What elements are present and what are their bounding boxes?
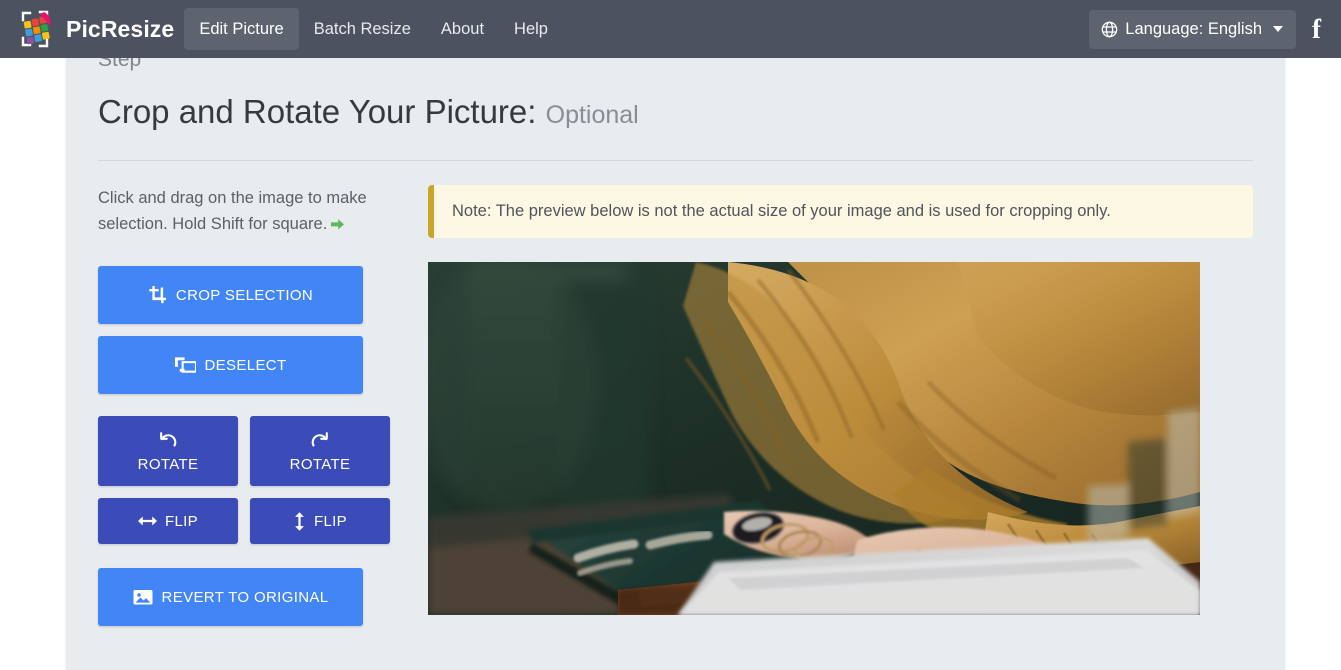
- preview-image[interactable]: [428, 262, 1200, 616]
- image-icon: [133, 589, 153, 606]
- picresize-crop-squares-logo-icon: [14, 8, 56, 50]
- brand-name: PicResize: [66, 15, 175, 42]
- card-inner: Crop and Rotate Your Picture: Optional C…: [66, 30, 1285, 656]
- content-card: Step Crop and Rotate Your Picture: Optio…: [66, 30, 1285, 670]
- facebook-icon[interactable]: f: [1310, 15, 1327, 43]
- deselect-icon: [174, 356, 196, 374]
- page-title: Crop and Rotate Your Picture: Optional: [98, 92, 1253, 132]
- crop-hint-text: Click and drag on the image to make sele…: [98, 185, 398, 240]
- title-divider: [98, 159, 1253, 161]
- revert-to-original-label: REVERT TO ORIGINAL: [161, 588, 329, 606]
- crop-buttons-stack: CROP SELECTION DESELECT: [98, 266, 398, 395]
- crop-hint-label: Click and drag on the image to make sele…: [98, 188, 367, 234]
- rotate-right-label: ROTATE: [289, 455, 351, 473]
- language-selector-label: Language: English: [1125, 19, 1262, 38]
- rotate-left-label: ROTATE: [137, 455, 199, 473]
- crop-selection-button[interactable]: CROP SELECTION: [98, 266, 363, 325]
- crop-selection-label: CROP SELECTION: [175, 286, 314, 304]
- page-title-optional: Optional: [545, 101, 639, 129]
- green-arrow-right-icon: [330, 213, 345, 240]
- rotate-right-button[interactable]: ROTATE: [250, 416, 390, 487]
- top-navbar: PicResize Edit Picture Batch Resize Abou…: [0, 0, 1341, 58]
- preview-image-graphic: [428, 262, 1200, 616]
- flip-horizontal-label: FLIP: [164, 512, 199, 530]
- flip-horizontal-icon: [137, 514, 157, 528]
- rotate-right-icon: [310, 430, 330, 450]
- rotate-button-row: ROTATE ROTATE: [98, 416, 398, 487]
- page-shell: Step Crop and Rotate Your Picture: Optio…: [0, 0, 1341, 670]
- page-title-main: Crop and Rotate Your Picture:: [98, 93, 537, 130]
- language-selector-button[interactable]: Language: English: [1089, 9, 1296, 49]
- tools-sidebar: Click and drag on the image to make sele…: [98, 185, 398, 627]
- preview-panel: Note: The preview below is not the actua…: [398, 184, 1253, 626]
- deselect-button[interactable]: DESELECT: [98, 336, 363, 395]
- content-columns: Click and drag on the image to make sele…: [98, 184, 1253, 627]
- preview-image-wrap: [428, 262, 1253, 616]
- main-nav: Edit Picture Batch Resize About Help: [184, 0, 563, 58]
- rotate-left-icon: [158, 430, 178, 450]
- deselect-label: DESELECT: [204, 356, 287, 374]
- rotate-left-button[interactable]: ROTATE: [98, 416, 238, 487]
- transform-buttons-group: ROTATE ROTATE FLIP FLIP: [98, 416, 398, 545]
- globe-icon: [1101, 21, 1118, 38]
- revert-button-wrap: REVERT TO ORIGINAL: [98, 568, 398, 627]
- nav-item-batch-resize[interactable]: Batch Resize: [299, 8, 426, 51]
- revert-to-original-button[interactable]: REVERT TO ORIGINAL: [98, 568, 363, 627]
- flip-horizontal-button[interactable]: FLIP: [98, 498, 238, 545]
- brand-logo-link[interactable]: PicResize: [14, 8, 174, 50]
- flip-vertical-icon: [293, 511, 306, 531]
- nav-item-edit-picture[interactable]: Edit Picture: [184, 7, 299, 51]
- preview-note-banner: Note: The preview below is not the actua…: [428, 184, 1253, 239]
- chevron-down-icon: [1273, 26, 1283, 32]
- flip-button-row: FLIP FLIP: [98, 498, 398, 545]
- crop-icon: [148, 285, 167, 305]
- preview-note-text: Note: The preview below is not the actua…: [452, 201, 1111, 220]
- flip-vertical-label: FLIP: [313, 512, 348, 530]
- navbar-right: Language: English f: [1089, 9, 1327, 49]
- flip-vertical-button[interactable]: FLIP: [250, 498, 390, 545]
- nav-item-help[interactable]: Help: [499, 8, 563, 51]
- nav-item-about[interactable]: About: [426, 8, 499, 51]
